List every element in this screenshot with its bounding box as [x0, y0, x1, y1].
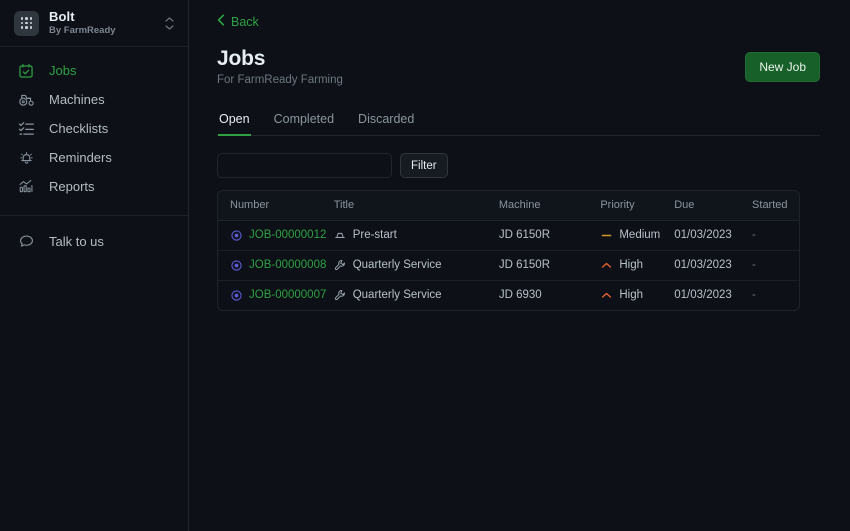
cell-priority: Medium — [600, 220, 675, 252]
page-header: Jobs For FarmReady Farming New Job — [217, 47, 820, 87]
filter-input[interactable] — [217, 153, 392, 179]
table-row[interactable]: JOB-00000012 Pre-start JD 6150R Medium 0… — [218, 220, 799, 252]
cell-started: - — [752, 220, 799, 252]
app-root: Bolt By FarmReady Jobs Machines Checklis… — [0, 0, 850, 531]
priority-label: Medium — [619, 229, 661, 242]
priority-label: High — [619, 289, 643, 302]
column-header-number: Number — [218, 191, 334, 222]
sidebar-item-reports[interactable]: Reports — [0, 172, 188, 201]
speech-bubble-icon — [17, 233, 35, 251]
calendar-check-icon — [17, 62, 35, 80]
tab-open[interactable]: Open — [218, 112, 251, 137]
cell-machine: JD 6150R — [498, 250, 601, 282]
back-button[interactable]: Back — [217, 14, 259, 29]
chevron-left-icon — [217, 14, 225, 29]
sidebar-item-label: Talk to us — [49, 234, 104, 249]
bar-chart-icon — [17, 178, 35, 196]
chevron-up-icon — [600, 289, 612, 301]
job-number-link[interactable]: JOB-00000007 — [249, 289, 326, 301]
sidebar-nav: Jobs Machines Checklists Reminders Repor… — [0, 47, 188, 256]
cell-due: 01/03/2023 — [674, 289, 732, 302]
sidebar-item-jobs[interactable]: Jobs — [0, 56, 188, 85]
clipboard-icon — [334, 229, 346, 241]
chevron-up-icon — [600, 259, 612, 271]
column-header-started: Started — [752, 191, 799, 222]
target-circle-icon — [230, 259, 242, 271]
wrench-icon — [334, 289, 346, 301]
brand-text: Bolt By FarmReady — [49, 8, 163, 37]
sidebar-bottom-nav: Talk to us — [0, 216, 188, 256]
sidebar-item-talk-to-us[interactable]: Talk to us — [0, 227, 188, 256]
cell-title: Pre-start — [333, 220, 499, 252]
sidebar-item-label: Reports — [49, 179, 95, 194]
cell-due: 01/03/2023 — [674, 220, 753, 252]
jobs-table: Number Title Machine Priority Due Starte… — [217, 190, 800, 312]
chevron-up-down-icon[interactable] — [163, 16, 175, 30]
wrench-icon — [334, 259, 346, 271]
table-header-row: Number Title Machine Priority Due Starte… — [218, 191, 799, 222]
cell-title: Quarterly Service — [333, 250, 499, 282]
checklist-icon — [17, 120, 35, 138]
tab-bar: Open Completed Discarded — [217, 111, 820, 137]
bell-icon — [17, 149, 35, 167]
back-label: Back — [231, 14, 259, 29]
page-title: Jobs — [217, 47, 266, 70]
cell-machine: JD 6150R — [498, 220, 601, 252]
job-title: Pre-start — [352, 229, 397, 242]
tractor-icon — [17, 91, 35, 109]
sidebar-item-label: Jobs — [49, 63, 77, 78]
job-title: Quarterly Service — [352, 289, 442, 302]
brand-subtitle: By FarmReady — [49, 24, 116, 36]
main-content: Back Jobs For FarmReady Farming New Job … — [189, 0, 850, 531]
cell-priority: High — [600, 281, 674, 311]
cell-number: JOB-00000007 — [218, 281, 334, 311]
grid-dots-icon — [14, 10, 39, 36]
cell-machine: JD 6930 — [498, 289, 542, 302]
sidebar-item-checklists[interactable]: Checklists — [0, 114, 188, 143]
new-job-button[interactable]: New Job — [745, 52, 820, 82]
cell-due: 01/03/2023 — [674, 250, 753, 282]
job-number-link[interactable]: JOB-00000012 — [249, 229, 326, 241]
page-header-text: Jobs For FarmReady Farming — [217, 47, 745, 87]
cell-priority: High — [600, 250, 675, 282]
target-circle-icon — [230, 289, 242, 301]
column-header-title: Title — [333, 191, 499, 222]
cell-started: - — [752, 250, 799, 282]
workspace-switcher[interactable]: Bolt By FarmReady — [0, 0, 188, 47]
minus-icon — [600, 229, 612, 241]
sidebar-item-label: Reminders — [49, 150, 112, 165]
filter-button[interactable]: Filter — [400, 153, 448, 179]
filter-bar: Filter — [217, 153, 820, 179]
target-circle-icon — [230, 229, 242, 241]
priority-label: High — [619, 259, 643, 272]
cell-number: JOB-00000012 — [218, 220, 334, 252]
column-header-priority: Priority — [600, 191, 675, 222]
cell-title: Quarterly Service — [334, 281, 499, 311]
column-header-machine: Machine — [498, 191, 601, 222]
sidebar-item-label: Checklists — [49, 121, 109, 136]
column-header-due: Due — [674, 191, 753, 222]
tab-completed[interactable]: Completed — [273, 112, 335, 136]
table-row[interactable]: JOB-00000008 Quarterly Service JD 6150R … — [218, 250, 799, 282]
sidebar-item-reminders[interactable]: Reminders — [0, 143, 188, 172]
brand-name: Bolt — [49, 8, 75, 24]
job-title: Quarterly Service — [352, 259, 442, 272]
page-subtitle: For FarmReady Farming — [217, 74, 343, 87]
sidebar: Bolt By FarmReady Jobs Machines Checklis… — [0, 0, 189, 531]
job-number-link[interactable]: JOB-00000008 — [249, 259, 326, 271]
cell-number: JOB-00000008 — [218, 250, 334, 282]
table-row[interactable]: JOB-00000007 Quarterly Service JD 6930 H… — [218, 281, 799, 311]
cell-started: - — [752, 289, 756, 302]
tab-discarded[interactable]: Discarded — [357, 112, 415, 136]
sidebar-item-machines[interactable]: Machines — [0, 85, 188, 114]
sidebar-item-label: Machines — [49, 92, 105, 107]
